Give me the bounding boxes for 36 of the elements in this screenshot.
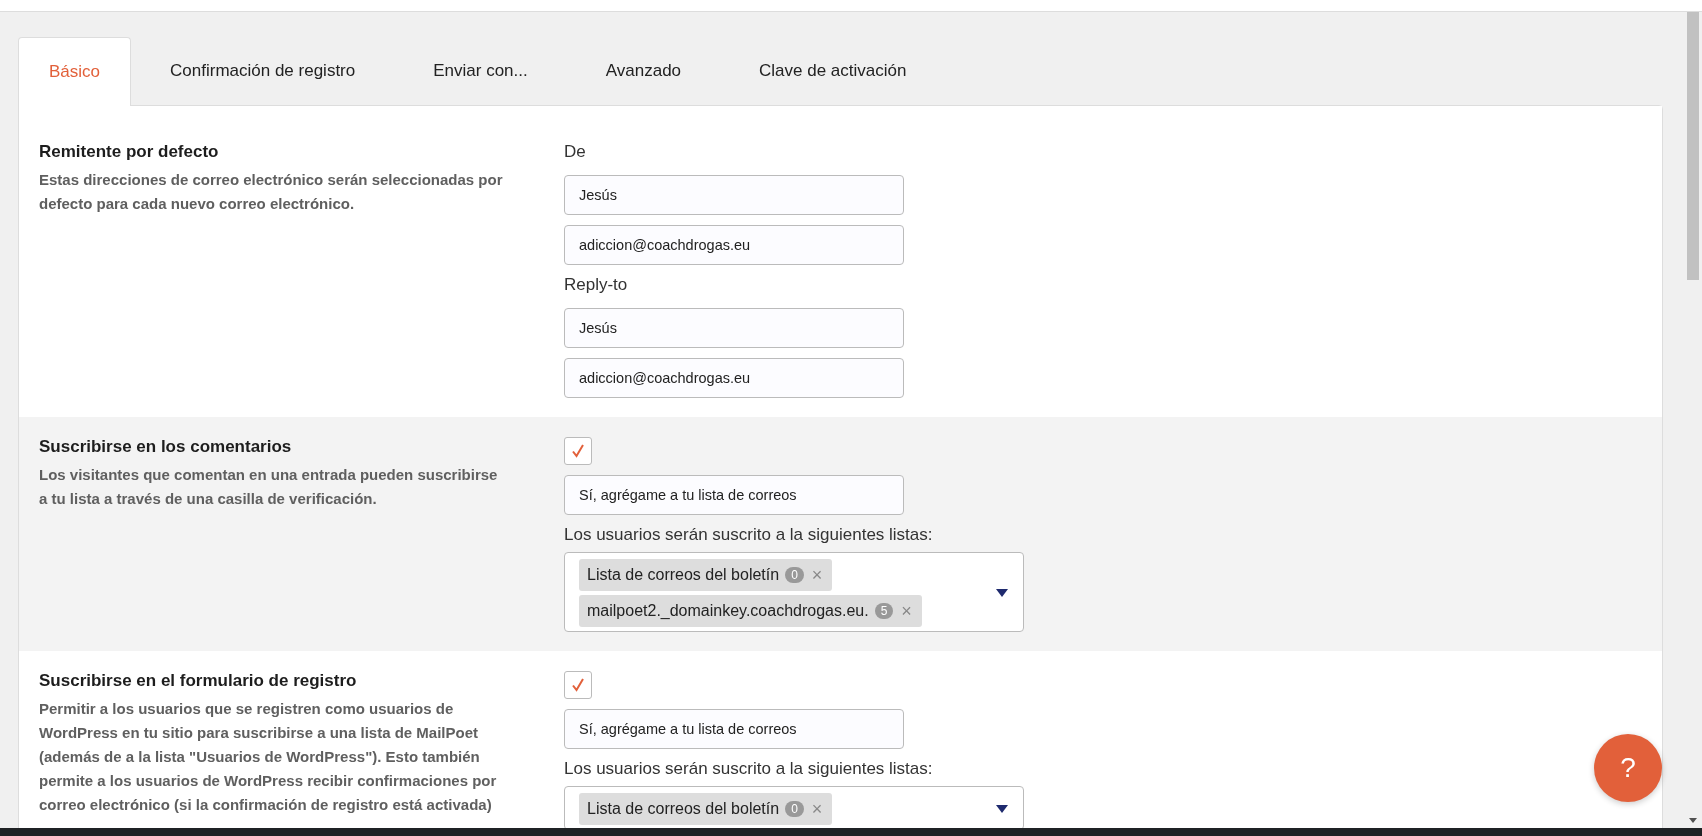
tab[interactable]: Básico [18, 37, 132, 106]
field-label: Los usuarios serán suscrito a la siguientes listas: [564, 759, 933, 779]
tab[interactable]: Enviar con... [394, 36, 567, 105]
tab[interactable]: Clave de activación [720, 36, 946, 105]
text-input[interactable]: Jesús [564, 175, 904, 215]
section-description: Permitir a los usuarios que se registren como usuarios de WordPress en tu sitio para suscribirse a una lista de MailPoet (además de a la lista "Usuarios de WordPress"). Esto también permite a los usuarios de WordPress recibir confirmaciones por correo electrónico (si la confirmación de registro está activada) [39, 699, 498, 815]
list-select[interactable]: Lista de correos del boletín 0 × [564, 786, 1024, 830]
check-icon [570, 677, 586, 693]
section-description: Los visitantes que comentan en una entrada pueden suscribirse a tu lista a través de una casilla de verificación. [39, 465, 499, 509]
section-title: Remitente por defecto [39, 142, 220, 162]
tab[interactable]: Confirmación de registro [131, 36, 395, 105]
text-input[interactable]: Sí, agrégame a tu lista de correos [564, 709, 904, 749]
checkbox[interactable] [564, 437, 592, 465]
subscriber-count: 0 [785, 801, 804, 817]
scroll-down-icon[interactable] [1687, 818, 1698, 824]
tag-label: mailpoet2._domainkey.coachdrogas.eu. [587, 602, 869, 620]
text-input[interactable]: Jesús [564, 308, 904, 348]
field-label: Reply-to [564, 275, 628, 295]
subscriber-count: 0 [785, 567, 804, 583]
field-label: Los usuarios serán suscrito a la siguientes listas: [564, 525, 933, 545]
tag-label: Lista de correos del boletín [587, 800, 780, 818]
scrollbar-thumb[interactable] [1686, 12, 1699, 280]
section-title: Suscribirse en los comentarios [39, 437, 293, 457]
tag-label: Lista de correos del boletín [587, 566, 780, 584]
caret-icon [995, 804, 1009, 814]
subscriber-count: 5 [874, 603, 894, 619]
field-label: De [564, 142, 586, 162]
text-input[interactable]: adiccion@coachdrogas.eu [564, 225, 904, 265]
check-icon [570, 443, 586, 459]
tab[interactable]: Avanzado [566, 36, 721, 105]
text-input[interactable]: adiccion@coachdrogas.eu [564, 358, 904, 398]
text-input[interactable]: Sí, agrégame a tu lista de correos [564, 475, 904, 515]
section-title: Suscribirse en el formulario de registro [39, 671, 358, 691]
caret-icon [995, 588, 1009, 598]
checkbox[interactable] [564, 671, 592, 699]
section-description: Estas direcciones de correo electrónico serán seleccionadas por defecto para cada nuevo correo electrónico. [39, 170, 504, 214]
